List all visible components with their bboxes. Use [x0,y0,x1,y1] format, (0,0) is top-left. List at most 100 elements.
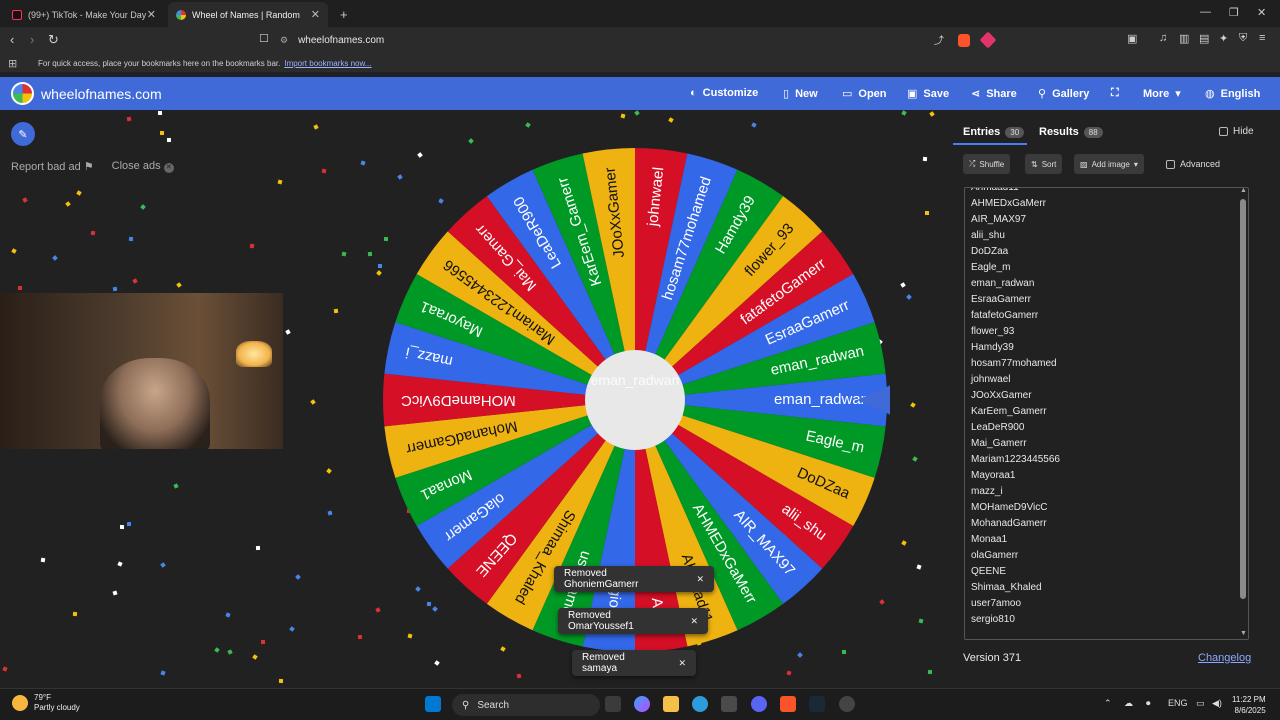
tab-entries[interactable]: Entries 30 [963,126,1025,138]
entry-item[interactable]: AIR_MAX97 [971,212,1248,228]
more-button[interactable]: More ▾ [1143,87,1181,101]
sort-button[interactable]: ⇅ Sort [1025,154,1063,174]
entry-item[interactable]: Shimaa_Khaled [971,580,1248,596]
entry-item[interactable]: MohanadGamerr [971,516,1248,532]
mic-icon[interactable]: ⏺ [1146,698,1151,709]
start-icon[interactable] [425,696,441,712]
entry-item[interactable]: LeaDeR900 [971,420,1248,436]
entry-item[interactable]: MOHameD9VicC [971,500,1248,516]
scroll-up-icon[interactable]: ▲ [1240,187,1247,194]
brave-shield-icon[interactable] [958,34,970,47]
share-button[interactable]: ⋖ Share [971,87,1017,101]
discord-icon[interactable] [751,696,767,712]
bookmark-icon[interactable]: ☐ [259,32,269,45]
taskbar-search[interactable]: ⚲ Search [452,694,600,716]
entry-item[interactable]: KarEem_Gamerr [971,404,1248,420]
gallery-button[interactable]: ⚲ Gallery [1038,87,1089,101]
entry-item[interactable]: alii_shu [971,228,1248,244]
entry-item[interactable]: JOoXxGamer [971,388,1248,404]
entry-item[interactable]: user7amoo [971,596,1248,612]
entry-item[interactable]: Monaa1 [971,532,1248,548]
restore-icon[interactable]: ❐ [1229,6,1239,19]
entry-item[interactable]: fatafetoGamerr [971,308,1248,324]
entry-item[interactable]: Mariam1223445566 [971,452,1248,468]
entry-item[interactable]: DoDZaa [971,244,1248,260]
entries-scrollbar[interactable]: ▲ ▼ [1239,187,1248,640]
language-button[interactable]: ◍ English [1205,87,1260,101]
close-tab-icon[interactable]: ✕ [311,8,320,21]
advanced-checkbox[interactable]: Advanced [1166,159,1220,169]
forward-icon[interactable]: › [30,32,34,47]
share-page-icon[interactable]: ⤴ [934,32,944,47]
steam-icon[interactable] [809,696,825,712]
apps-grid-icon[interactable]: ⊞ [8,57,17,70]
wifi-icon[interactable]: ▭ [1196,698,1205,709]
app-icon[interactable] [839,696,855,712]
new-tab-button[interactable]: + [332,2,352,27]
copilot-icon[interactable] [634,696,650,712]
entry-item[interactable]: Mai_Gamerr [971,436,1248,452]
entries-textarea[interactable]: Ahmaad11 AHMEDxGaMerr AIR_MAX97 alii_shu DoD… [964,187,1249,640]
hide-checkbox[interactable]: Hide [1219,126,1254,137]
volume-icon[interactable]: ◀) [1212,698,1222,709]
tab-tiktok[interactable]: (99+) TikTok - Make Your Day ✕ [4,2,164,27]
edge-icon[interactable] [692,696,708,712]
entry-item[interactable]: mazz_i [971,484,1248,500]
open-button[interactable]: ▭ Open [842,87,887,101]
scroll-thumb[interactable] [1240,199,1246,599]
reader-mode-icon[interactable]: ▣ [1127,32,1137,45]
customize-button[interactable]: ◐ Customize [690,87,758,99]
entry-item[interactable]: Eagle_m [971,260,1248,276]
sidebar-toggle-icon[interactable]: ▥ [1179,32,1189,45]
close-window-icon[interactable]: ✕ [1257,6,1266,19]
tray-chevron-icon[interactable]: ⌃ [1104,698,1112,709]
entry-item[interactable]: olaGamerr [971,548,1248,564]
tab-wheel-of-names[interactable]: Wheel of Names | Random na ✕ [168,2,328,27]
report-bad-ad-link[interactable]: Report bad ad ⚑ [11,160,94,173]
tab-results[interactable]: Results 88 [1039,126,1103,138]
url-field[interactable]: ⚙ wheelofnames.com [280,30,1000,51]
import-bookmarks-link[interactable]: Import bookmarks now... [284,59,371,68]
entry-item[interactable]: Ahmaad11 [971,188,1248,196]
close-toast-icon[interactable]: ✕ [696,574,704,585]
entry-item[interactable]: eman_radwan [971,276,1248,292]
reload-icon[interactable]: ↻ [48,32,59,48]
changelog-link[interactable]: Changelog [1198,652,1251,664]
minimize-icon[interactable]: — [1200,6,1211,18]
task-view-icon[interactable] [605,696,621,712]
file-explorer-icon[interactable] [663,696,679,712]
browser-menu-icon[interactable]: ≡ [1259,32,1265,44]
vpn-icon[interactable]: ⛨ [1239,32,1247,45]
wheel-logo-icon[interactable] [11,82,34,105]
entry-item[interactable]: johnwael [971,372,1248,388]
entry-item[interactable]: sergio810 [971,612,1248,628]
scroll-down-icon[interactable]: ▼ [1240,630,1247,637]
close-tab-icon[interactable]: ✕ [147,8,156,21]
entry-item[interactable]: EsraaGamerr [971,292,1248,308]
edit-wheel-button[interactable]: ✎ [11,122,35,146]
language-indicator[interactable]: ENG [1168,698,1188,708]
ai-assistant-icon[interactable]: ✦ [1219,32,1228,45]
entry-item[interactable]: Mayoraa1 [971,468,1248,484]
save-button[interactable]: ▣ Save [907,87,949,101]
wheel-center-button[interactable] [585,350,685,450]
entry-item[interactable]: AHMEDxGaMerr [971,196,1248,212]
music-icon[interactable]: ♫ [1159,32,1167,44]
weather-widget[interactable]: 79°F Partly cloudy [12,693,80,713]
clock[interactable]: 11:22 PM 8/6/2025 [1232,694,1266,716]
cloud-icon[interactable]: ☁ [1124,698,1133,709]
entry-item[interactable]: flower_93 [971,324,1248,340]
brave-icon[interactable] [780,696,796,712]
store-icon[interactable] [721,696,737,712]
entry-item[interactable]: hosam77mohamed [971,356,1248,372]
entry-item[interactable]: QEENE [971,564,1248,580]
close-toast-icon[interactable]: ✕ [690,616,698,627]
close-toast-icon[interactable]: ✕ [678,658,686,669]
wallet-icon[interactable]: ▤ [1199,32,1209,45]
add-image-button[interactable]: ▨ Add image ▾ [1074,154,1144,174]
site-title[interactable]: wheelofnames.com [41,86,162,102]
close-ads-link[interactable]: Close ads ✕ [112,160,174,173]
entry-item[interactable]: Hamdy39 [971,340,1248,356]
fullscreen-button[interactable]: ⛶ [1111,87,1119,100]
back-icon[interactable]: ‹ [10,32,14,47]
